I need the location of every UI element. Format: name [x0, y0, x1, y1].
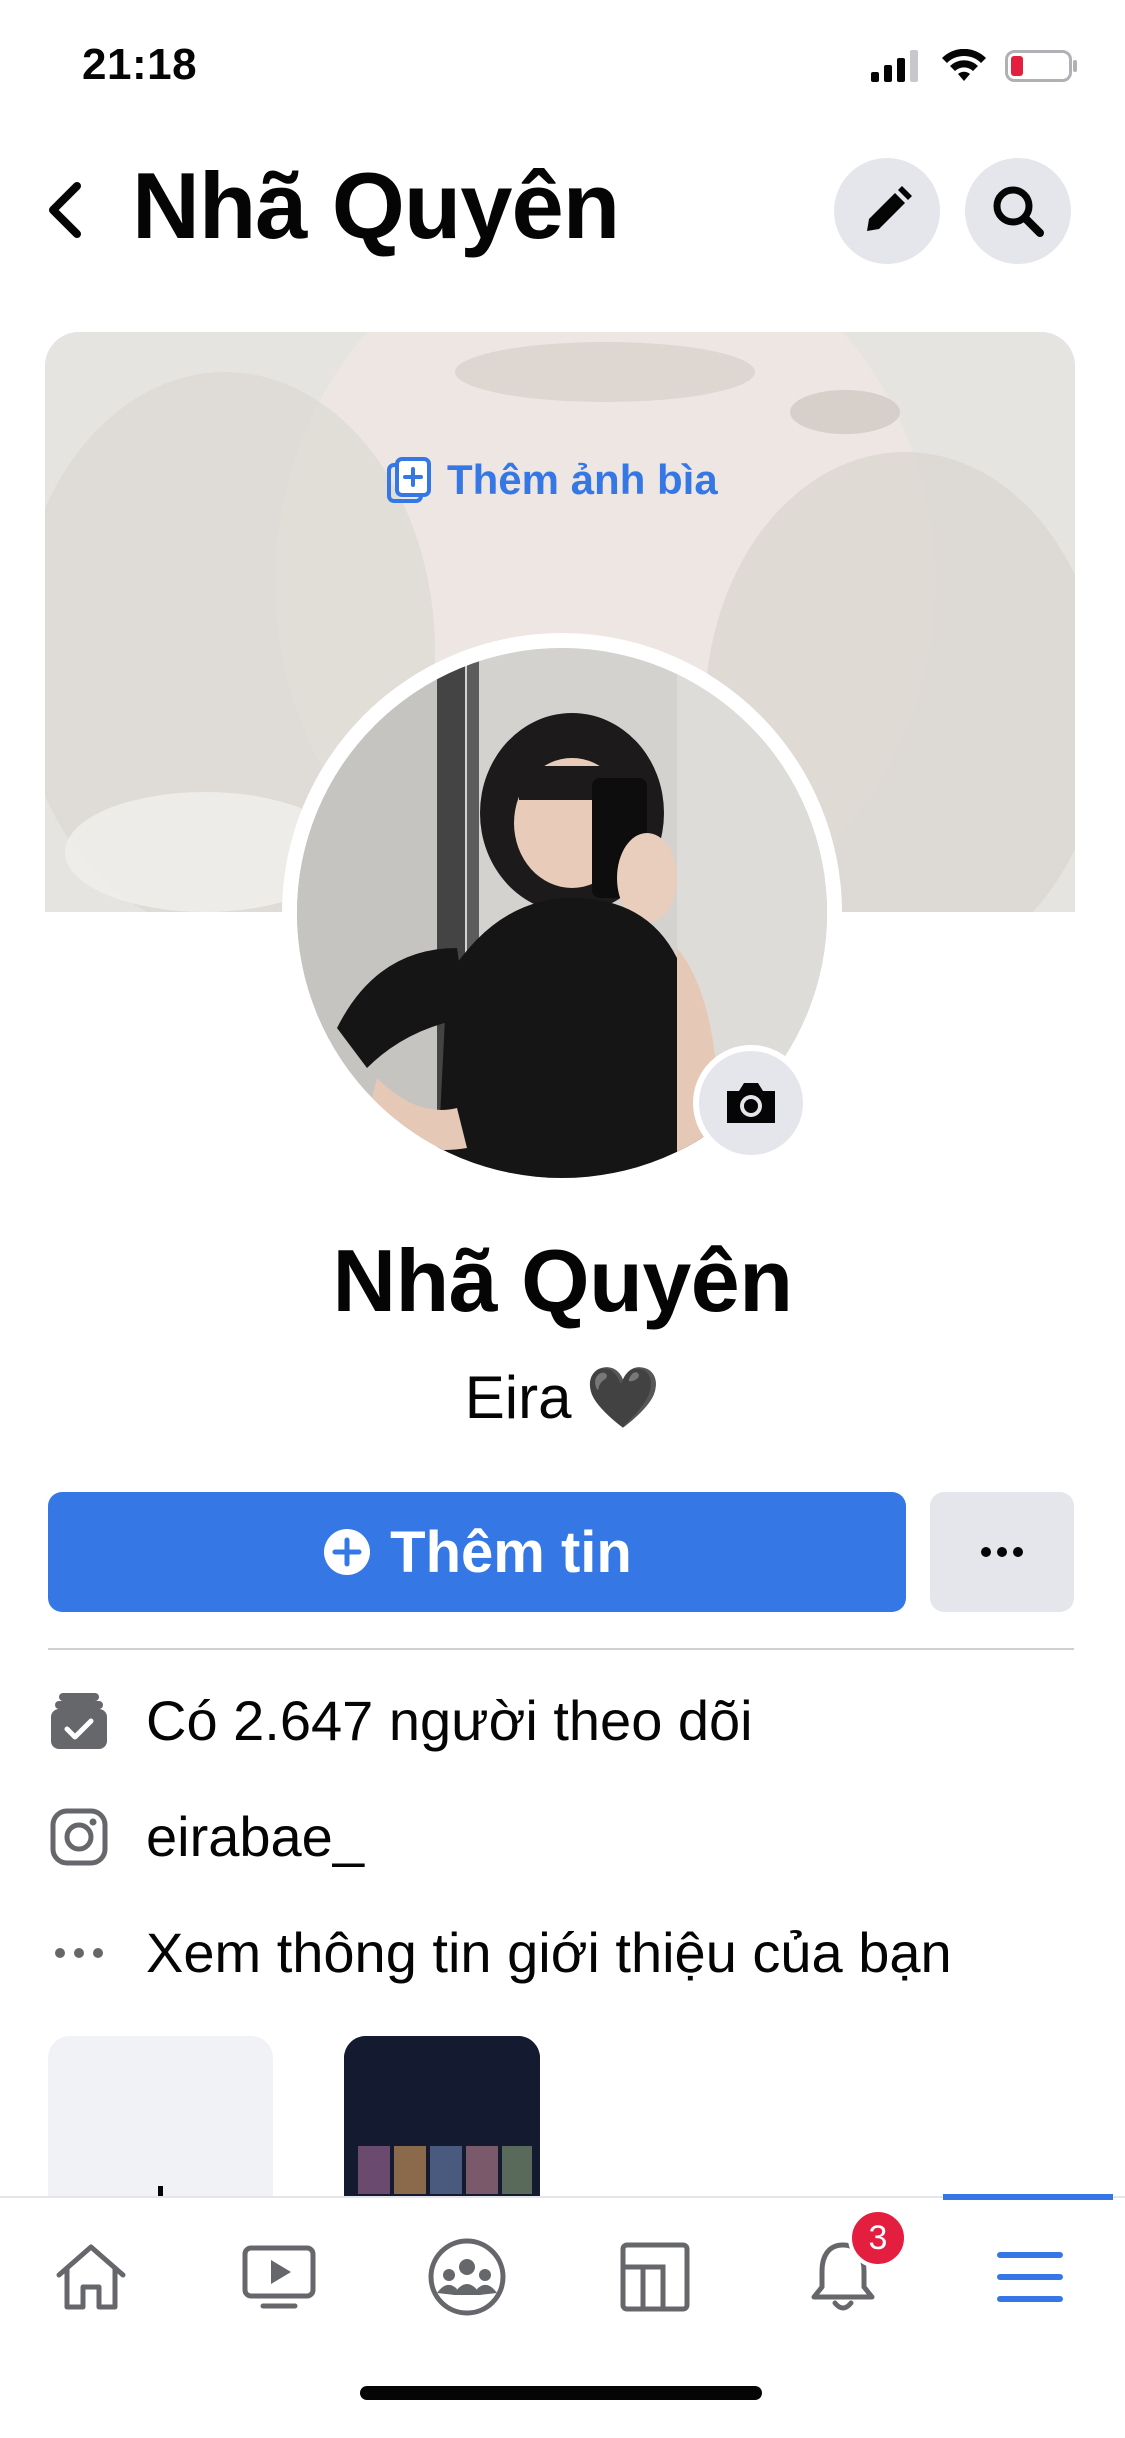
wifi-icon: [942, 49, 986, 81]
battery-icon: [1005, 50, 1077, 82]
cellular-signal-icon: [871, 50, 918, 82]
add-story-label: Thêm tin: [390, 1519, 632, 1585]
black-heart-icon: 🖤: [585, 1364, 661, 1431]
search-icon: [993, 186, 1044, 237]
add-cover-photo-label: Thêm ảnh bìa: [447, 456, 718, 503]
bio-text: Eira: [464, 1364, 572, 1431]
instagram-icon: [48, 1806, 110, 1868]
change-avatar-button[interactable]: [693, 1045, 809, 1161]
edit-profile-button[interactable]: [834, 158, 940, 264]
hamburger-menu-icon: [997, 2252, 1063, 2302]
camera-icon: [727, 1083, 775, 1123]
plus-circle-icon: [324, 1529, 371, 1575]
groups-icon: [428, 2238, 506, 2316]
page-title: Nhã Quyên: [132, 153, 620, 258]
notification-badge: 3: [848, 2208, 908, 2268]
bottom-tab-bar: [0, 2196, 1125, 2438]
followers-icon: [48, 1690, 110, 1752]
search-button[interactable]: [965, 158, 1071, 264]
instagram-handle: eirabae_: [146, 1805, 364, 1868]
followers-text: Có 2.647 người theo dõi: [146, 1689, 753, 1752]
tab-groups[interactable]: [412, 2222, 522, 2332]
home-icon: [56, 2244, 126, 2310]
pencil-icon: [867, 186, 912, 231]
add-cover-photo-button[interactable]: Thêm ảnh bìa: [385, 455, 718, 505]
tab-menu[interactable]: [975, 2222, 1085, 2332]
status-icons: [871, 46, 1079, 86]
see-about-info-link: Xem thông tin giới thiệu của bạn: [146, 1921, 952, 1984]
active-tab-indicator: [943, 2194, 1113, 2200]
status-time: 21:18: [82, 40, 198, 89]
video-play-icon: [242, 2245, 316, 2309]
info-about-row[interactable]: Xem thông tin giới thiệu của bạn: [48, 1920, 952, 1985]
chevron-left-icon: [49, 182, 81, 238]
info-followers-row[interactable]: Có 2.647 người theo dõi: [48, 1688, 753, 1753]
back-button[interactable]: [30, 170, 100, 250]
pages-icon: [620, 2242, 690, 2312]
tab-watch[interactable]: [224, 2222, 334, 2332]
more-dots-icon: [48, 1922, 110, 1984]
add-photo-icon: [387, 457, 431, 503]
info-instagram-row[interactable]: eirabae_: [48, 1804, 364, 1869]
tab-home[interactable]: [36, 2222, 146, 2332]
more-dots-icon: [981, 1547, 1023, 1557]
home-indicator: [360, 2386, 762, 2400]
add-story-button[interactable]: Thêm tin: [48, 1492, 906, 1612]
divider: [48, 1648, 1074, 1650]
profile-bio: Eira 🖤: [0, 1362, 1125, 1433]
profile-name: Nhã Quyên: [332, 1231, 793, 1330]
more-options-button[interactable]: [930, 1492, 1074, 1612]
tab-pages[interactable]: [600, 2222, 710, 2332]
